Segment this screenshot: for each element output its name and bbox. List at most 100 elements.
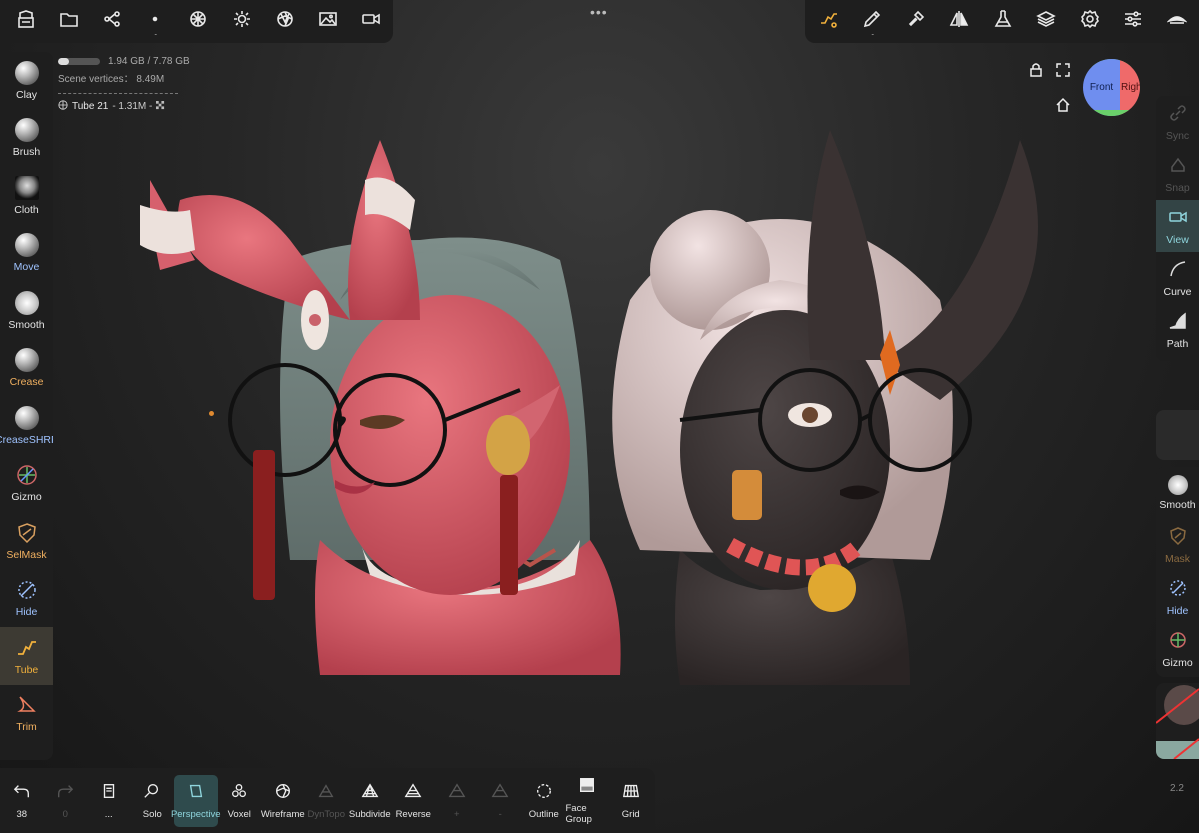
material-button[interactable] [981,0,1025,43]
path-toggle[interactable]: Path [1156,304,1199,356]
shortcut-smooth[interactable]: Smooth [1156,467,1199,519]
material-preview[interactable] [1156,683,1199,759]
plus-button[interactable]: + [435,775,479,827]
sync-label: Sync [1165,129,1190,142]
shortcut-mask[interactable]: Mask [1156,519,1199,571]
sliders-button[interactable] [1112,0,1156,43]
undo-button[interactable]: 38 [0,775,44,827]
plus-label: + [453,808,460,820]
view-toggle[interactable]: View [1156,200,1199,252]
document-button[interactable]: ... [87,775,131,827]
tool-hide[interactable]: Hide [0,570,53,628]
tool-tube[interactable]: Tube [0,627,53,685]
search-icon [143,782,161,809]
files-button[interactable] [47,0,90,43]
scene-menu-button[interactable] [4,0,47,43]
tool-smooth[interactable]: Smooth [0,282,53,340]
vertices-value: 8.49M [136,74,165,85]
active-object-row[interactable]: Tube 21 - 1.31M - [58,100,190,113]
tool-clay[interactable]: Clay [0,52,53,110]
tool-trim[interactable]: Trim [0,685,53,743]
tool-selmask[interactable]: SelMask [0,512,53,570]
dyntopo-button[interactable]: DynTopo [305,775,349,827]
symmetry-button[interactable] [938,0,982,43]
hide-ui-button[interactable] [1155,0,1199,43]
right-sidebar-slot[interactable] [1156,410,1199,460]
sliders-icon [1123,9,1143,34]
clay-sphere-icon [14,60,39,85]
outline-button[interactable]: Outline [522,775,566,827]
pencil-button[interactable]: ... [851,0,895,43]
scene-menu-icon [16,9,36,34]
grid-button[interactable]: Grid [609,775,653,827]
dot-menu-button[interactable]: ... [134,0,177,43]
memory-bar [58,57,100,65]
shading-button[interactable] [263,0,306,43]
tool-brush[interactable]: Brush [0,110,53,168]
perspective-label: Perspective [170,808,221,820]
shortcut-gizmo[interactable]: Gizmo [1156,623,1199,675]
tool-move[interactable]: Move [0,225,53,283]
voxel-button[interactable]: Voxel [218,775,262,827]
path-icon [1168,311,1188,338]
viewport-scene[interactable] [120,120,1100,700]
bottom-toolbar: 38 0 ... Solo Perspective Voxel Wirefram… [0,768,655,833]
layers-button[interactable] [1025,0,1069,43]
voxel-icon [230,782,248,809]
crease-sphere-icon [14,348,39,373]
lock-icon[interactable] [1028,62,1044,78]
topology-button[interactable] [177,0,220,43]
hide-icon [1168,578,1188,605]
minus-label: - [498,808,502,820]
reverse-button[interactable]: Reverse [392,775,436,827]
navigation-cube[interactable]: Front Right [1083,59,1140,116]
camera-button[interactable] [350,0,393,43]
subdivide-icon [361,782,379,809]
scene-tree-button[interactable] [90,0,133,43]
tool-crease[interactable]: Crease [0,340,53,398]
redo-count: 0 [62,808,68,820]
background-image-button[interactable] [307,0,350,43]
center-menu-dots[interactable]: ••• [590,4,608,20]
lighting-button[interactable] [220,0,263,43]
nav-cube-front[interactable]: Front [1083,59,1120,116]
undo-icon [13,782,31,809]
tool-label: Move [13,261,40,274]
fullscreen-icon[interactable] [1055,62,1071,78]
minus-button[interactable]: - [479,775,523,827]
reverse-icon [404,782,422,809]
path-label: Path [1166,337,1189,350]
transform-pivot-dot[interactable] [209,411,214,416]
nav-cube-bottom[interactable] [1083,110,1140,116]
wireframe-label: Wireframe [260,808,305,820]
perspective-button[interactable]: Perspective [170,774,221,827]
painting-button[interactable] [894,0,938,43]
painting-icon [906,9,926,34]
shortcut-hide[interactable]: Hide [1156,571,1199,623]
smooth-sphere-icon [14,290,39,315]
face-group-button[interactable]: Face Group [566,775,610,827]
lighting-icon [232,9,252,34]
solo-button[interactable]: Solo [131,775,175,827]
tool-label: Crease [9,376,44,389]
move-sphere-icon [14,233,39,258]
redo-button[interactable]: 0 [44,775,88,827]
tool-label: CreaseSHRP [0,433,53,446]
home-icon[interactable] [1055,97,1071,113]
brush-sphere-icon [14,118,39,143]
nav-cube-right[interactable]: Right [1120,59,1140,116]
settings-button[interactable] [1068,0,1112,43]
grid-label: Grid [621,808,640,820]
info-divider [58,93,178,94]
hide-icon [15,578,39,602]
tool-gizmo[interactable]: Gizmo [0,455,53,513]
snap-toggle[interactable]: Snap [1156,148,1199,200]
sync-toggle[interactable]: Sync [1156,96,1199,148]
tool-label: Cloth [14,203,39,216]
subdivide-button[interactable]: Subdivide [348,775,392,827]
tool-cloth[interactable]: Cloth [0,167,53,225]
wireframe-button[interactable]: Wireframe [261,775,305,827]
tube-stroke-button[interactable] [807,0,851,43]
tool-creaseshrp[interactable]: CreaseSHRP [0,397,53,455]
curve-toggle[interactable]: Curve [1156,252,1199,304]
